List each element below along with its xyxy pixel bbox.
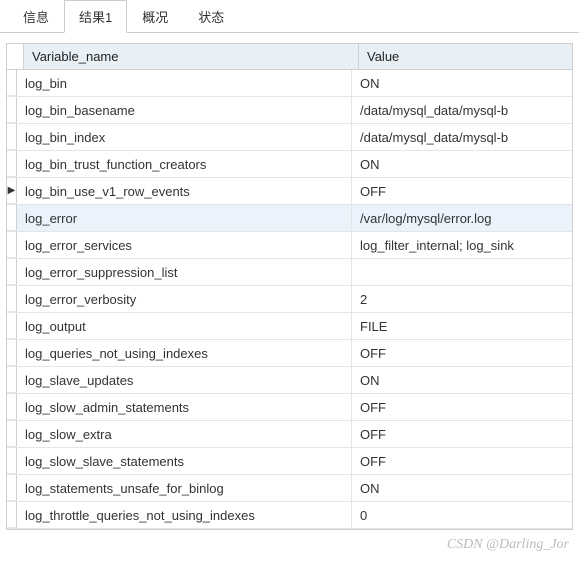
cell-variable-name[interactable]: log_error_services <box>17 232 352 258</box>
table-row[interactable]: log_binON <box>7 70 572 97</box>
watermark: CSDN @Darling_Jor <box>447 537 569 553</box>
table-row[interactable]: log_outputFILE <box>7 313 572 340</box>
cell-variable-name[interactable]: log_bin_use_v1_row_events <box>17 178 352 204</box>
cell-value[interactable]: 2 <box>352 286 572 312</box>
table-row[interactable]: log_queries_not_using_indexesOFF <box>7 340 572 367</box>
row-gutter <box>7 151 17 177</box>
cell-value[interactable]: ON <box>352 475 572 501</box>
row-gutter <box>7 367 17 393</box>
cell-variable-name[interactable]: log_queries_not_using_indexes <box>17 340 352 366</box>
tab-bar: 信息 结果1 概况 状态 <box>0 0 579 33</box>
cell-variable-name[interactable]: log_throttle_queries_not_using_indexes <box>17 502 352 528</box>
cell-variable-name[interactable]: log_error_verbosity <box>17 286 352 312</box>
tab-info[interactable]: 信息 <box>8 0 64 32</box>
row-gutter <box>7 340 17 366</box>
cell-variable-name[interactable]: log_slow_admin_statements <box>17 394 352 420</box>
cell-variable-name[interactable]: log_bin <box>17 70 352 96</box>
cell-variable-name[interactable]: log_slow_extra <box>17 421 352 447</box>
table-row[interactable]: log_error_suppression_list <box>7 259 572 286</box>
tab-result1[interactable]: 结果1 <box>64 0 127 33</box>
cell-variable-name[interactable]: log_output <box>17 313 352 339</box>
row-gutter: ▶ <box>7 178 17 204</box>
cell-variable-name[interactable]: log_error_suppression_list <box>17 259 352 285</box>
cell-variable-name[interactable]: log_slave_updates <box>17 367 352 393</box>
cell-value[interactable]: ON <box>352 367 572 393</box>
cell-value[interactable]: OFF <box>352 340 572 366</box>
row-pointer-icon: ▶ <box>8 177 16 204</box>
table-row[interactable]: log_slave_updatesON <box>7 367 572 394</box>
cell-variable-name[interactable]: log_statements_unsafe_for_binlog <box>17 475 352 501</box>
header-gutter <box>7 44 24 70</box>
cell-value[interactable]: ON <box>352 151 572 177</box>
cell-value[interactable]: /var/log/mysql/error.log <box>352 205 572 231</box>
cell-value[interactable]: FILE <box>352 313 572 339</box>
row-gutter <box>7 286 17 312</box>
row-gutter <box>7 97 17 123</box>
table-row[interactable]: log_bin_basename/data/mysql_data/mysql-b <box>7 97 572 124</box>
cell-variable-name[interactable]: log_bin_basename <box>17 97 352 123</box>
row-gutter <box>7 421 17 447</box>
row-gutter <box>7 259 17 285</box>
grid-wrap: Variable_name Value log_binONlog_bin_bas… <box>0 33 579 530</box>
table-row[interactable]: log_bin_index/data/mysql_data/mysql-b <box>7 124 572 151</box>
table-row[interactable]: log_statements_unsafe_for_binlogON <box>7 475 572 502</box>
row-gutter <box>7 70 17 96</box>
tab-profile[interactable]: 概况 <box>127 0 183 32</box>
table-row[interactable]: log_slow_slave_statementsOFF <box>7 448 572 475</box>
row-gutter <box>7 448 17 474</box>
cell-value[interactable]: OFF <box>352 178 572 204</box>
cell-variable-name[interactable]: log_slow_slave_statements <box>17 448 352 474</box>
table-row[interactable]: log_slow_admin_statementsOFF <box>7 394 572 421</box>
row-gutter <box>7 475 17 501</box>
row-gutter <box>7 232 17 258</box>
cell-value[interactable]: OFF <box>352 394 572 420</box>
cell-value[interactable]: ON <box>352 70 572 96</box>
cell-variable-name[interactable]: log_bin_index <box>17 124 352 150</box>
cell-value[interactable] <box>352 259 572 285</box>
cell-value[interactable]: /data/mysql_data/mysql-b <box>352 97 572 123</box>
column-header-value[interactable]: Value <box>359 44 572 70</box>
grid-body: log_binONlog_bin_basename/data/mysql_dat… <box>7 70 572 529</box>
cell-value[interactable]: /data/mysql_data/mysql-b <box>352 124 572 150</box>
row-gutter <box>7 205 17 231</box>
row-gutter <box>7 502 17 528</box>
cell-value[interactable]: 0 <box>352 502 572 528</box>
cell-value[interactable]: OFF <box>352 448 572 474</box>
table-row[interactable]: log_error_verbosity2 <box>7 286 572 313</box>
grid-header: Variable_name Value <box>7 44 572 70</box>
table-row[interactable]: log_throttle_queries_not_using_indexes0 <box>7 502 572 529</box>
cell-variable-name[interactable]: log_bin_trust_function_creators <box>17 151 352 177</box>
table-row[interactable]: log_error_serviceslog_filter_internal; l… <box>7 232 572 259</box>
cell-variable-name[interactable]: log_error <box>17 205 352 231</box>
variables-grid: Variable_name Value log_binONlog_bin_bas… <box>6 43 573 530</box>
table-row[interactable]: log_bin_trust_function_creatorsON <box>7 151 572 178</box>
cell-value[interactable]: OFF <box>352 421 572 447</box>
tab-status[interactable]: 状态 <box>183 0 239 32</box>
row-gutter <box>7 394 17 420</box>
column-header-variable-name[interactable]: Variable_name <box>24 44 359 70</box>
cell-value[interactable]: log_filter_internal; log_sink <box>352 232 572 258</box>
row-gutter <box>7 313 17 339</box>
table-row[interactable]: log_slow_extraOFF <box>7 421 572 448</box>
row-gutter <box>7 124 17 150</box>
table-row[interactable]: ▶log_bin_use_v1_row_eventsOFF <box>7 178 572 205</box>
table-row[interactable]: log_error/var/log/mysql/error.log <box>7 205 572 232</box>
